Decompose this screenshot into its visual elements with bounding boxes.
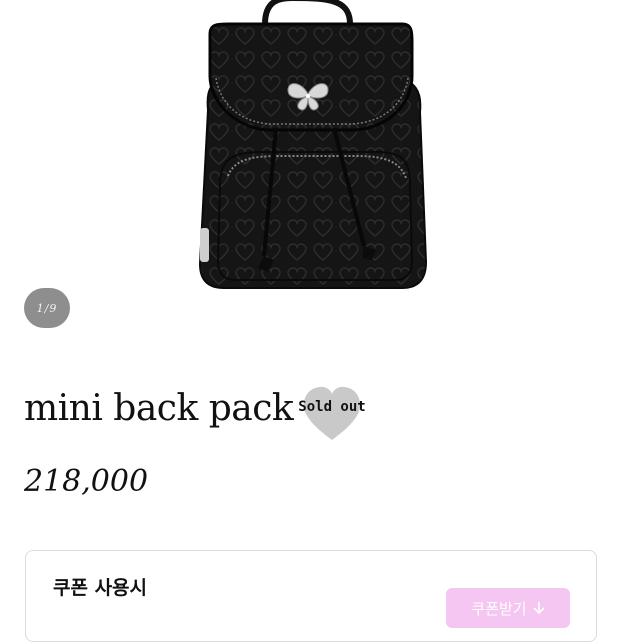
- coupon-title: 쿠폰 사용시: [53, 577, 148, 599]
- product-image: [198, 0, 428, 289]
- image-counter: 1/9: [24, 288, 70, 328]
- arrow-down-icon: [533, 602, 545, 615]
- product-price: 218,000: [24, 464, 149, 499]
- coupon-button-label: 쿠폰받기: [471, 599, 527, 618]
- sold-out-badge: Sold out: [286, 384, 378, 444]
- coupon-section: 쿠폰 사용시 쿠폰받기: [25, 550, 597, 642]
- coupon-download-button[interactable]: 쿠폰받기: [446, 588, 570, 628]
- product-gallery[interactable]: 1/9: [0, 0, 620, 340]
- product-title: mini back pack: [24, 388, 294, 429]
- sold-out-label: Sold out: [298, 399, 366, 415]
